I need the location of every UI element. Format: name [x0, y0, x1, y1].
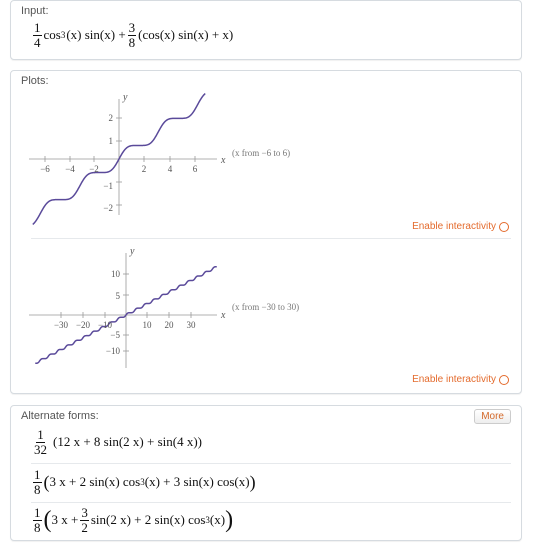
- plot2-x-tick: 20: [165, 320, 175, 330]
- enable-interactivity-link-1[interactable]: Enable interactivity: [412, 221, 509, 232]
- plot2-x-tick: 30: [187, 320, 197, 330]
- plots-pod: Plots: −6 −4 −2 2 4 6 2 1 −1 −2 x y (x f…: [10, 70, 522, 394]
- plot1-x-tick: −6: [40, 164, 50, 174]
- plot2-range-label: (x from −30 to 30): [232, 302, 299, 312]
- plot2-y-tick: 10: [111, 269, 121, 279]
- alternate-forms-pod: Alternate forms: More 1 32 (12 x + 8 sin…: [10, 405, 522, 541]
- plot-1: −6 −4 −2 2 4 6 2 1 −1 −2 x y (x from −6 …: [29, 92, 290, 225]
- plot2-x-tick: −20: [76, 320, 91, 330]
- alternate-divider: [31, 463, 511, 464]
- input-expression: 1 4 cos 3 (x) sin(x) + 3 8 (cos(x) sin(x) …: [33, 20, 234, 50]
- plot1-x-tick: 6: [193, 164, 198, 174]
- interactivity-icon: [499, 374, 509, 385]
- plot2-x-tick: −10: [98, 320, 113, 330]
- plot2-x-label: x: [220, 310, 226, 321]
- interactivity-icon: [499, 221, 509, 232]
- enable-interactivity-link-2[interactable]: Enable interactivity: [412, 374, 509, 385]
- plots-pod-title: Plots:: [21, 75, 49, 87]
- plot2-y-tick: 5: [116, 291, 121, 301]
- fraction-one-quarter: 1 4: [33, 20, 42, 50]
- plot2-x-tick: 10: [143, 320, 153, 330]
- plot1-y-label: y: [122, 92, 128, 103]
- input-pod-title: Input:: [21, 5, 49, 17]
- fraction-three-eighths: 3 8: [127, 20, 137, 50]
- plot1-x-tick: −4: [65, 164, 75, 174]
- plot1-x-tick: −2: [89, 164, 99, 174]
- plot2-y-tick: −5: [110, 330, 120, 340]
- alternate-form-2: 1 8 (3 x + 2 sin(x) cos 3 (x) + 3 sin(x) c…: [33, 467, 256, 497]
- plot1-range-label: (x from −6 to 6): [232, 148, 290, 158]
- alternate-form-1: 1 32 (12 x + 8 sin(2 x) + sin(4 x)): [34, 427, 202, 457]
- plot-2: −30 −20 −10 10 20 30 10 5 −5 −10 x y (x …: [29, 246, 299, 368]
- alternate-divider: [31, 502, 511, 503]
- plot2-y-tick: −10: [106, 346, 121, 356]
- plot2-x-tick: −30: [54, 320, 69, 330]
- alternate-forms-title: Alternate forms:: [21, 410, 99, 422]
- plot1-y-tick: −2: [103, 203, 113, 213]
- plot1-y-tick: 2: [109, 113, 114, 123]
- alternate-form-3: 1 8 (3 x + 3 2 sin(2 x) + 2 sin(x) cos 3(…: [33, 505, 234, 535]
- plot1-x-tick: 4: [168, 164, 173, 174]
- plot1-y-tick: 1: [109, 136, 114, 146]
- more-button[interactable]: More: [474, 409, 511, 424]
- plot1-x-label: x: [220, 155, 226, 166]
- plot1-y-tick: −1: [103, 181, 113, 191]
- plots-divider: [31, 238, 511, 239]
- plot2-y-label: y: [129, 246, 135, 257]
- input-pod: Input: 1 4 cos 3 (x) sin(x) + 3 8 (cos(x) …: [10, 0, 522, 60]
- plot1-x-tick: 2: [142, 164, 147, 174]
